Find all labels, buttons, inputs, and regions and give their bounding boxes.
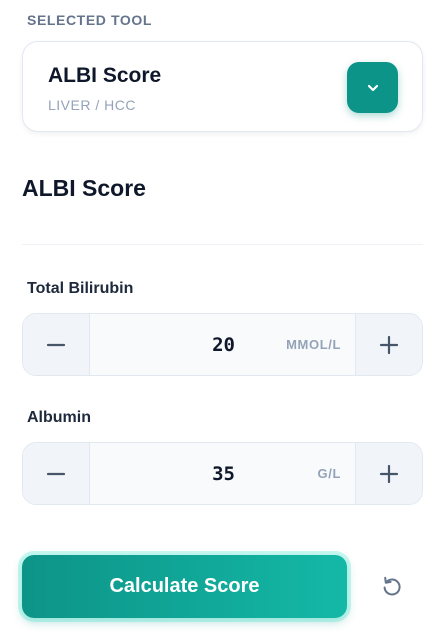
reset-icon bbox=[383, 576, 401, 596]
minus-icon bbox=[46, 472, 66, 475]
albumin-input[interactable] bbox=[90, 443, 235, 504]
bilirubin-label: Total Bilirubin bbox=[27, 280, 134, 297]
bilirubin-stepper: MMOL/L bbox=[22, 313, 423, 376]
albumin-decrement-button[interactable] bbox=[23, 443, 90, 504]
minus-icon bbox=[46, 343, 66, 346]
bilirubin-input[interactable] bbox=[90, 314, 235, 375]
section-divider bbox=[22, 244, 423, 245]
albumin-increment-button[interactable] bbox=[355, 443, 422, 504]
selected-tool-name: ALBI Score bbox=[48, 64, 162, 87]
selected-tool-category: LIVER / HCC bbox=[48, 97, 136, 113]
tool-dropdown-button[interactable] bbox=[347, 62, 398, 113]
bilirubin-unit: MMOL/L bbox=[286, 337, 341, 352]
plus-icon bbox=[379, 335, 399, 354]
bilirubin-increment-button[interactable] bbox=[355, 314, 422, 375]
calculate-score-button[interactable]: Calculate Score bbox=[22, 555, 347, 618]
albumin-label: Albumin bbox=[27, 409, 91, 426]
reset-button[interactable] bbox=[372, 566, 412, 606]
albumin-stepper: G/L bbox=[22, 442, 423, 505]
chevron-down-icon bbox=[367, 84, 378, 91]
albumin-unit: G/L bbox=[317, 466, 341, 481]
bilirubin-decrement-button[interactable] bbox=[23, 314, 90, 375]
tool-selector-card[interactable]: ALBI Score LIVER / HCC bbox=[22, 41, 423, 132]
selected-tool-label: SELECTED TOOL bbox=[27, 12, 152, 28]
calculator-title: ALBI Score bbox=[22, 175, 146, 201]
plus-icon bbox=[379, 464, 399, 483]
albi-calculator-page: SELECTED TOOL ALBI Score LIVER / HCC ALB… bbox=[0, 0, 443, 633]
